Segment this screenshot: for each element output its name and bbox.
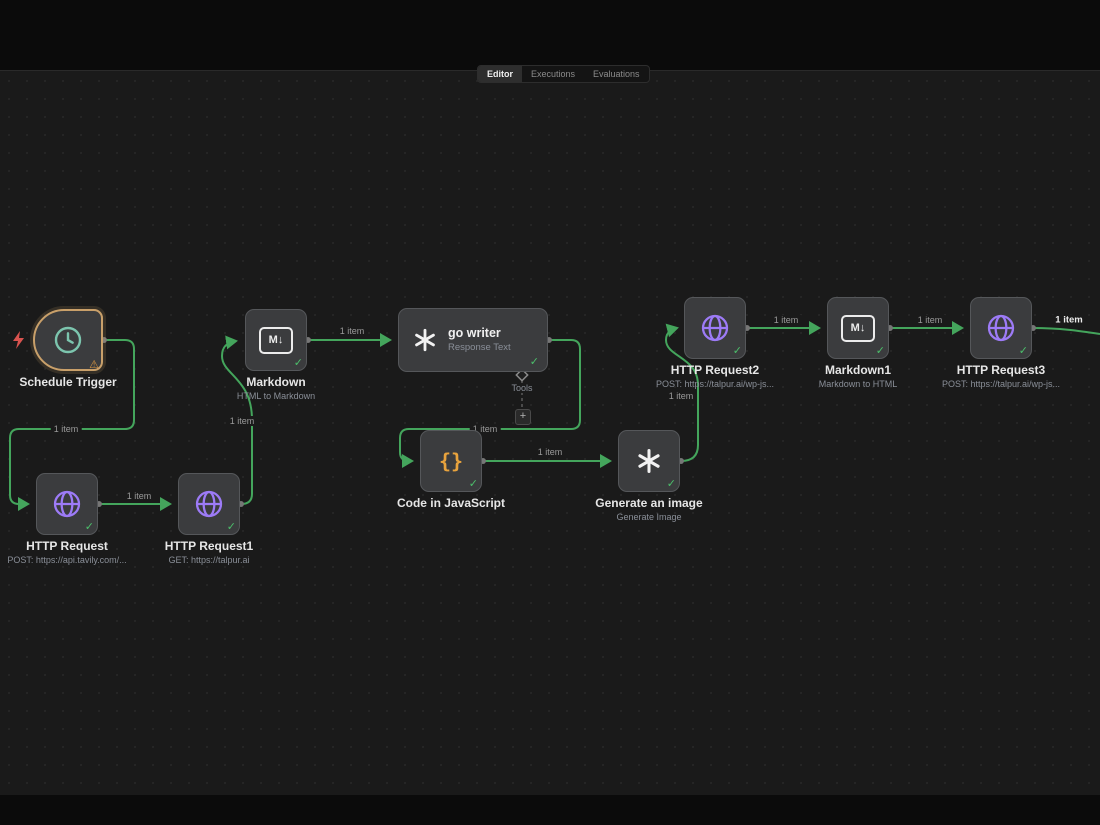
node-markdown[interactable]: M↓ ✓ Markdown HTML to Markdown xyxy=(245,309,307,371)
node-title: HTTP Request3 xyxy=(891,363,1100,377)
success-check-icon: ✓ xyxy=(469,477,478,490)
node-generate-an-image[interactable]: ✓ Generate an image Generate Image xyxy=(618,430,680,492)
n8n-workflow-editor: 1 item 1 item 1 item 1 item 1 item 1 ite… xyxy=(0,0,1100,825)
connection-label: 1 item xyxy=(337,326,368,336)
add-tool-button[interactable]: + xyxy=(515,409,531,425)
node-http-request1[interactable]: ✓ HTTP Request1 GET: https://talpur.ai xyxy=(178,473,240,535)
node-subtitle: HTML to Markdown xyxy=(156,391,396,401)
success-check-icon: ✓ xyxy=(1019,344,1028,357)
node-title: Code in JavaScript xyxy=(341,496,561,510)
openai-logo-icon xyxy=(412,327,438,353)
node-subtitle: GET: https://talpur.ai xyxy=(89,555,329,565)
node-http-request3[interactable]: ✓ HTTP Request3 POST: https://talpur.ai/… xyxy=(970,297,1032,359)
connection-label: 1 item xyxy=(535,447,566,457)
node-title: Generate an image xyxy=(539,496,759,510)
connection-label: 1 item xyxy=(51,424,82,434)
tab-editor[interactable]: Editor xyxy=(478,66,522,82)
node-schedule-trigger[interactable]: ⚠ Schedule Trigger xyxy=(33,309,103,371)
node-code-in-javascript[interactable]: {} ✓ Code in JavaScript xyxy=(420,430,482,492)
tab-executions[interactable]: Executions xyxy=(522,66,584,82)
tools-connector-label: Tools xyxy=(508,383,535,393)
node-http-request[interactable]: ✓ HTTP Request POST: https://api.tavily.… xyxy=(36,473,98,535)
openai-logo-icon xyxy=(635,447,663,475)
clock-icon xyxy=(52,324,84,356)
tab-evaluations[interactable]: Evaluations xyxy=(584,66,649,82)
success-check-icon: ✓ xyxy=(227,520,236,533)
top-bar xyxy=(0,0,1100,70)
success-check-icon: ✓ xyxy=(294,356,303,369)
success-check-icon: ✓ xyxy=(667,477,676,490)
node-title: HTTP Request1 xyxy=(99,539,319,553)
code-braces-icon: {} xyxy=(439,449,463,473)
success-check-icon: ✓ xyxy=(530,355,539,368)
success-check-icon: ✓ xyxy=(85,520,94,533)
node-http-request2[interactable]: ✓ HTTP Request2 POST: https://talpur.ai/… xyxy=(684,297,746,359)
node-subtitle: Generate Image xyxy=(529,512,769,522)
workflow-canvas[interactable]: 1 item 1 item 1 item 1 item 1 item 1 ite… xyxy=(0,0,1100,825)
globe-icon xyxy=(985,312,1017,344)
globe-icon xyxy=(51,488,83,520)
node-subtitle: Response Text xyxy=(448,342,511,354)
warning-icon: ⚠ xyxy=(89,358,99,371)
node-title: Schedule Trigger xyxy=(0,375,178,389)
node-markdown1[interactable]: M↓ ✓ Markdown1 Markdown to HTML xyxy=(827,297,889,359)
success-check-icon: ✓ xyxy=(876,344,885,357)
connection-label: 1 item xyxy=(666,391,697,401)
connection-label: 1 item xyxy=(124,491,155,501)
markdown-icon: M↓ xyxy=(841,315,875,342)
globe-icon xyxy=(193,488,225,520)
success-check-icon: ✓ xyxy=(733,344,742,357)
connection-label: 1 item xyxy=(915,315,946,325)
connection-label: 1 item xyxy=(771,315,802,325)
globe-icon xyxy=(699,312,731,344)
node-go-writer[interactable]: go writer Response Text ✓ xyxy=(398,308,548,372)
view-tabs: Editor Executions Evaluations xyxy=(477,65,650,83)
node-subtitle: POST: https://talpur.ai/wp-js... xyxy=(881,379,1100,389)
markdown-icon: M↓ xyxy=(259,327,293,354)
bottom-bar xyxy=(0,795,1100,825)
node-title: Markdown xyxy=(166,375,386,389)
lightning-icon xyxy=(13,331,24,349)
connection-label: 1 item xyxy=(1052,315,1085,326)
connection-label: 1 item xyxy=(227,416,258,426)
connection-wires xyxy=(0,0,1100,825)
node-title: go writer xyxy=(448,326,511,342)
